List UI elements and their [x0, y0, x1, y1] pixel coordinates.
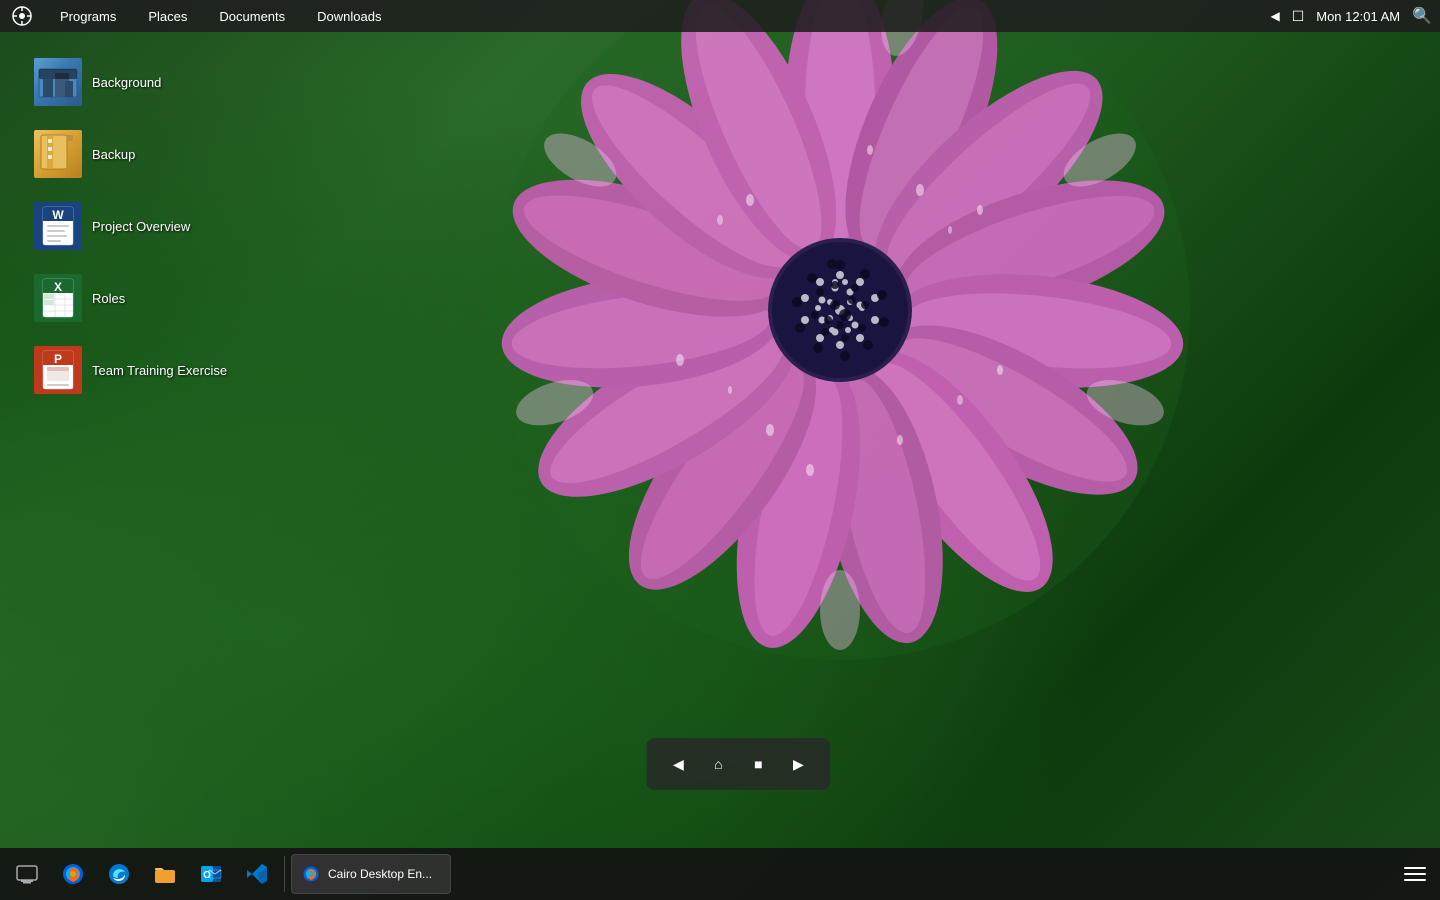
icon-backup[interactable]: Backup [28, 122, 233, 186]
icon-team-training[interactable]: P Team Training Exercise [28, 338, 233, 402]
clock-display: Mon 12:01 AM [1316, 9, 1400, 24]
media-home-button[interactable]: ⌂ [700, 746, 736, 782]
background-label: Background [92, 75, 161, 90]
project-overview-label: Project Overview [92, 219, 190, 234]
menu-line-3 [1404, 879, 1426, 881]
active-app-label: Cairo Desktop En... [328, 867, 432, 881]
cairo-logo[interactable] [8, 2, 36, 30]
menubar-right: ◀ ☐ Mon 12:01 AM 🔍 [1270, 6, 1432, 26]
taskbar-firefox[interactable] [52, 853, 94, 895]
menubar: Programs Places Documents Downloads ◀ ☐ … [0, 0, 1440, 32]
media-prev-button[interactable]: ◀ [660, 746, 696, 782]
taskbar-edge[interactable] [98, 853, 140, 895]
roles-icon-image: X [34, 274, 82, 322]
taskbar-divider [284, 856, 285, 892]
svg-text:X: X [54, 280, 62, 294]
menubar-places[interactable]: Places [132, 5, 203, 28]
taskbar-menu-button[interactable] [1396, 855, 1434, 893]
svg-text:P: P [54, 352, 62, 366]
backup-label: Backup [92, 147, 135, 162]
project-overview-icon-image: W [34, 202, 82, 250]
back-arrow-icon[interactable]: ◀ [1270, 9, 1279, 23]
notification-icon[interactable]: ☐ [1292, 8, 1305, 25]
roles-label: Roles [92, 291, 125, 306]
taskbar-show-desktop[interactable] [6, 853, 48, 895]
icon-roles[interactable]: X Roles [28, 266, 233, 330]
svg-text:W: W [52, 208, 64, 222]
desktop-icons: Background Backup [28, 50, 233, 410]
menubar-items: Programs Places Documents Downloads [44, 5, 1270, 28]
media-control-bar: ◀ ⌂ ■ ▶ [646, 738, 830, 790]
svg-text:O: O [203, 870, 211, 881]
media-stop-button[interactable]: ■ [740, 746, 776, 782]
backup-icon-image [34, 130, 82, 178]
menubar-documents[interactable]: Documents [203, 5, 301, 28]
menubar-programs[interactable]: Programs [44, 5, 132, 28]
menu-line-2 [1404, 873, 1426, 875]
taskbar: O Cairo Desktop En... [0, 848, 1440, 900]
media-next-button[interactable]: ▶ [780, 746, 816, 782]
taskbar-vscode[interactable] [236, 853, 278, 895]
menu-line-1 [1404, 867, 1426, 869]
team-training-label: Team Training Exercise [92, 363, 227, 378]
background-icon-image [34, 58, 82, 106]
taskbar-outlook[interactable]: O [190, 853, 232, 895]
taskbar-files[interactable] [144, 853, 186, 895]
icon-background[interactable]: Background [28, 50, 233, 114]
team-training-icon-image: P [34, 346, 82, 394]
icon-project-overview[interactable]: W Project Overview [28, 194, 233, 258]
search-icon[interactable]: 🔍 [1412, 6, 1432, 26]
menubar-downloads[interactable]: Downloads [301, 5, 397, 28]
taskbar-active-app[interactable]: Cairo Desktop En... [291, 854, 451, 894]
